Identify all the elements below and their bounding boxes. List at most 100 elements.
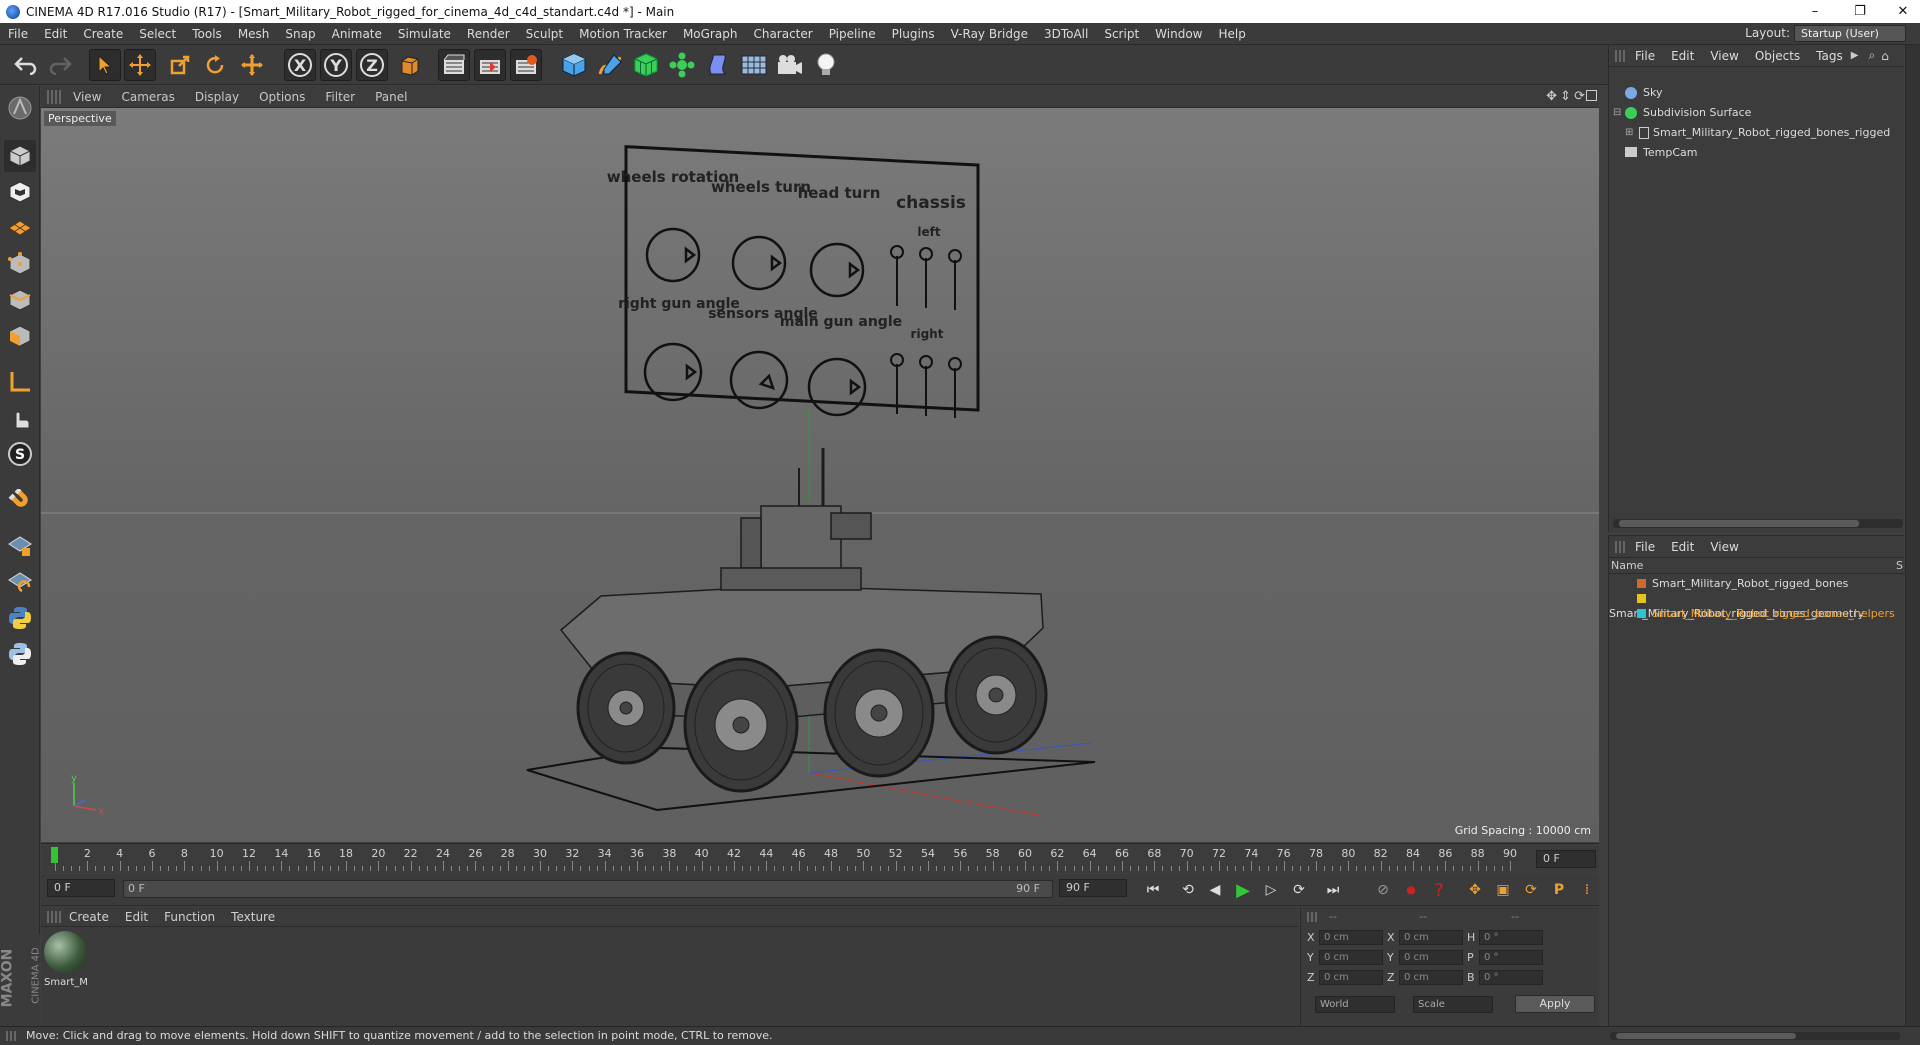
object-search-icon[interactable]: ⌕ bbox=[1868, 48, 1875, 63]
menu-mesh[interactable]: Mesh bbox=[230, 27, 278, 41]
deformer-icon[interactable] bbox=[702, 49, 734, 81]
menu-more-icon[interactable]: ▶ bbox=[1851, 50, 1859, 61]
menu-select[interactable]: Select bbox=[131, 27, 184, 41]
cloner-icon[interactable] bbox=[666, 49, 698, 81]
layer-color-swatch[interactable] bbox=[1637, 594, 1646, 603]
expand-toggle-icon[interactable]: ⊞ bbox=[1625, 123, 1633, 143]
menu-vray-bridge[interactable]: V-Ray Bridge bbox=[943, 27, 1036, 41]
viewport-menu-panel[interactable]: Panel bbox=[365, 90, 417, 104]
menu-window[interactable]: Window bbox=[1147, 27, 1210, 41]
camera-icon[interactable] bbox=[774, 49, 806, 81]
points-mode-icon[interactable] bbox=[4, 248, 36, 280]
layer-menu-file[interactable]: File bbox=[1627, 540, 1663, 554]
menu-snap[interactable]: Snap bbox=[277, 27, 323, 41]
tweak-mode-icon[interactable] bbox=[4, 402, 36, 434]
rotate-tool-icon[interactable] bbox=[199, 49, 231, 81]
axis-mode-icon[interactable] bbox=[4, 366, 36, 398]
render-to-picture-viewer-icon[interactable] bbox=[474, 49, 506, 81]
render-view-icon[interactable] bbox=[438, 49, 470, 81]
object-menu-tags[interactable]: Tags bbox=[1808, 49, 1851, 63]
object-home-icon[interactable]: ⌂ bbox=[1881, 49, 1889, 63]
hscroll-thumb[interactable] bbox=[1619, 520, 1859, 527]
texture-mode-icon[interactable] bbox=[4, 176, 36, 208]
timeline-ruler[interactable]: 0246810121416182022242628303234363840424… bbox=[41, 843, 1599, 873]
material-menu-function[interactable]: Function bbox=[156, 910, 223, 924]
next-frame-icon[interactable]: ▷ bbox=[1259, 879, 1283, 901]
go-to-end-icon[interactable]: ⏭ bbox=[1321, 879, 1345, 901]
frame-range-slider[interactable]: 0 F 90 F bbox=[123, 880, 1053, 898]
object-menu-edit[interactable]: Edit bbox=[1663, 49, 1702, 63]
menu-sculpt[interactable]: Sculpt bbox=[518, 27, 571, 41]
layer-color-swatch[interactable] bbox=[1637, 579, 1646, 588]
snapping-magnet-icon[interactable] bbox=[4, 486, 36, 518]
key-point-level-icon[interactable]: ⁞ bbox=[1575, 879, 1599, 901]
expand-toggle-icon[interactable]: ⊟ bbox=[1613, 103, 1621, 123]
coordinate-system-select[interactable]: World bbox=[1315, 996, 1395, 1013]
viewport-menu-display[interactable]: Display bbox=[185, 90, 249, 104]
key-parameter-icon[interactable]: P bbox=[1547, 879, 1571, 901]
menu-character[interactable]: Character bbox=[745, 27, 820, 41]
material-menu-create[interactable]: Create bbox=[61, 910, 117, 924]
menu-file[interactable]: File bbox=[0, 27, 36, 41]
material-menu-texture[interactable]: Texture bbox=[223, 910, 283, 924]
object-row-sky[interactable]: Sky bbox=[1609, 83, 1905, 103]
menu-mograph[interactable]: MoGraph bbox=[675, 27, 746, 41]
object-menu-file[interactable]: File bbox=[1627, 49, 1663, 63]
viewport-menu-filter[interactable]: Filter bbox=[315, 90, 365, 104]
y-axis-lock-button[interactable]: Y bbox=[320, 49, 352, 81]
workplane-align-icon[interactable] bbox=[4, 566, 36, 598]
python-script-icon[interactable] bbox=[4, 602, 36, 634]
previous-frame-icon[interactable]: ◀ bbox=[1203, 879, 1227, 901]
current-frame-field[interactable]: 0 F bbox=[1536, 850, 1596, 868]
model-mode-icon[interactable] bbox=[4, 140, 36, 172]
menu-plugins[interactable]: Plugins bbox=[884, 27, 943, 41]
undo-icon[interactable] bbox=[10, 49, 42, 81]
key-position-icon[interactable]: ✥ bbox=[1463, 879, 1487, 901]
object-menu-view[interactable]: View bbox=[1702, 49, 1746, 63]
workplane-icon[interactable] bbox=[4, 212, 36, 244]
go-to-next-key-icon[interactable]: ⟳ bbox=[1287, 879, 1311, 901]
material-menu-edit[interactable]: Edit bbox=[117, 910, 156, 924]
layout-select[interactable]: Startup (User) bbox=[1794, 25, 1906, 42]
menu-animate[interactable]: Animate bbox=[324, 27, 390, 41]
x-axis-lock-button[interactable]: X bbox=[284, 49, 316, 81]
object-manager-hscroll[interactable] bbox=[1613, 519, 1903, 528]
scale-tool-icon[interactable] bbox=[164, 49, 196, 81]
render-settings-icon[interactable] bbox=[510, 49, 542, 81]
menu-edit[interactable]: Edit bbox=[36, 27, 75, 41]
coord-value-field[interactable]: 0 cm bbox=[1399, 950, 1463, 965]
redo-icon[interactable] bbox=[44, 49, 76, 81]
keyframe-selection-icon[interactable]: ? bbox=[1427, 879, 1451, 901]
edges-mode-icon[interactable] bbox=[4, 284, 36, 316]
polygons-mode-icon[interactable] bbox=[4, 320, 36, 352]
start-frame-field[interactable]: 0 F bbox=[47, 879, 115, 897]
menu-motion-tracker[interactable]: Motion Tracker bbox=[571, 27, 675, 41]
move-tool-icon[interactable] bbox=[124, 49, 156, 81]
menu-render[interactable]: Render bbox=[459, 27, 518, 41]
viewport-menu-view[interactable]: View bbox=[63, 90, 111, 104]
viewport-maximize-icon[interactable] bbox=[1586, 90, 1597, 101]
python-plugin-icon[interactable] bbox=[4, 638, 36, 670]
menu-tools[interactable]: Tools bbox=[184, 27, 230, 41]
status-hscroll[interactable] bbox=[1610, 1032, 1900, 1040]
viewport-rotate-icon[interactable]: ⟳ bbox=[1574, 89, 1585, 104]
object-row-tempcam[interactable]: TempCam bbox=[1609, 143, 1905, 163]
object-menu-objects[interactable]: Objects bbox=[1747, 49, 1808, 63]
layer-row[interactable]: Smart_Military_Robot_rigged_bones_helper… bbox=[1609, 606, 1905, 621]
menu-pipeline[interactable]: Pipeline bbox=[821, 27, 884, 41]
menu-simulate[interactable]: Simulate bbox=[390, 27, 459, 41]
apply-button[interactable]: Apply bbox=[1515, 995, 1595, 1013]
layer-row[interactable]: Smart_Military_Robot_rigged_bones_geomet… bbox=[1609, 591, 1905, 620]
coord-value-field[interactable]: 0 cm bbox=[1399, 930, 1463, 945]
restore-button[interactable]: ❐ bbox=[1837, 0, 1883, 23]
coord-value-field[interactable]: 0 ° bbox=[1479, 930, 1543, 945]
autokey-icon[interactable]: ⏺ bbox=[1399, 879, 1423, 901]
workplane-lock-icon[interactable] bbox=[4, 530, 36, 562]
go-to-previous-key-icon[interactable]: ⟲ bbox=[1176, 879, 1200, 901]
coord-value-field[interactable]: 0 cm bbox=[1319, 970, 1383, 985]
viewport-menu-cameras[interactable]: Cameras bbox=[111, 90, 184, 104]
world-coordinates-icon[interactable] bbox=[394, 49, 426, 81]
coord-value-field[interactable]: 0 cm bbox=[1319, 950, 1383, 965]
spline-pen-icon[interactable] bbox=[594, 49, 626, 81]
coord-value-field[interactable]: 0 ° bbox=[1479, 970, 1543, 985]
